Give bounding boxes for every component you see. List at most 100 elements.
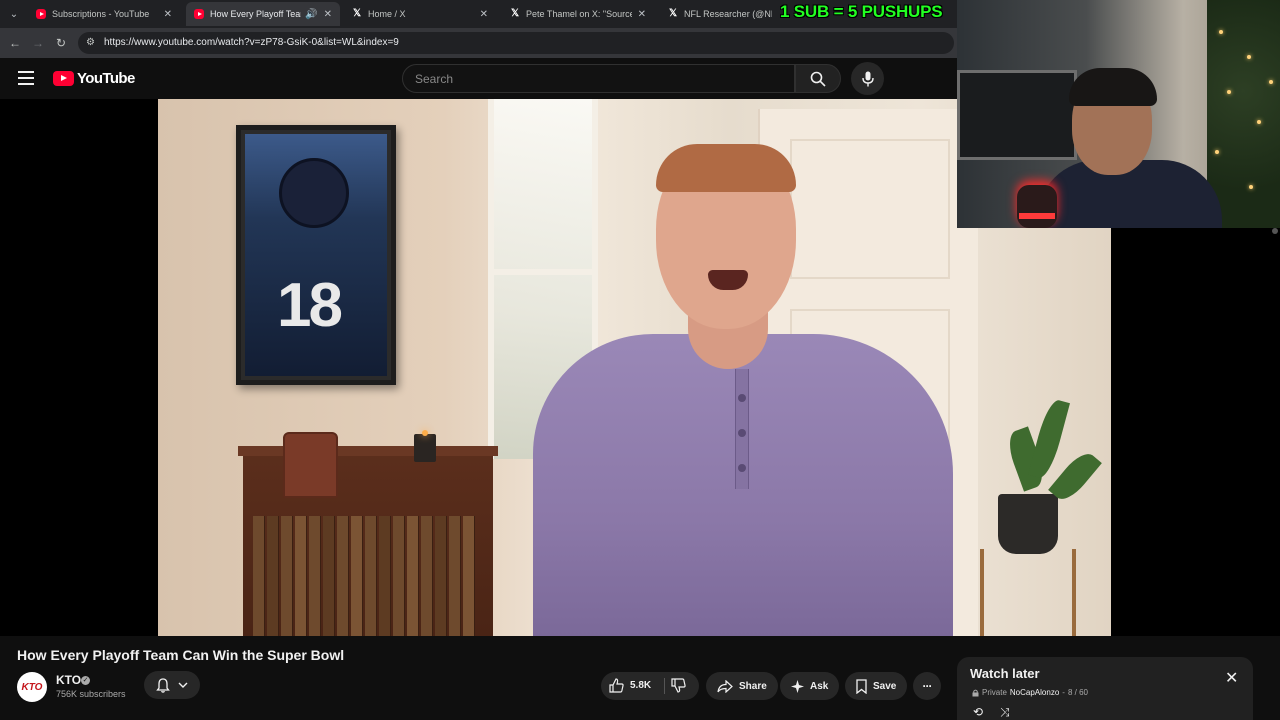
search-icon (810, 71, 826, 87)
close-tab-icon[interactable]: ✕ (164, 9, 172, 20)
video-info: How Every Playoff Team Can Win the Super… (0, 636, 957, 720)
x-favicon-icon: 𝕏 (668, 8, 678, 19)
shuffle-icon[interactable]: ⤨ (1000, 705, 1010, 720)
thumbs-down-icon (671, 678, 686, 693)
like-button[interactable]: 5.8K (609, 678, 651, 693)
book (323, 516, 335, 636)
book (281, 516, 293, 636)
book (421, 516, 433, 636)
book (365, 516, 377, 636)
tab-search-chevron-icon[interactable]: ⌄ (4, 4, 24, 24)
url-text[interactable]: https://www.youtube.com/watch?v=zP78-Gsi… (104, 37, 399, 48)
loop-icon[interactable]: ⟲ (973, 705, 983, 719)
save-button[interactable]: Save (845, 672, 908, 700)
video-title: How Every Playoff Team Can Win the Super… (17, 647, 345, 663)
close-icon[interactable]: ✕ (1225, 671, 1238, 687)
close-tab-icon[interactable]: ✕ (480, 9, 488, 20)
book (337, 516, 349, 636)
bell-icon (156, 677, 170, 693)
like-count: 5.8K (630, 680, 652, 691)
dislike-button[interactable] (671, 678, 686, 698)
lock-icon (972, 689, 979, 696)
youtube-favicon-icon (194, 9, 204, 19)
wooden-cabinet (238, 446, 498, 636)
tab-label: Pete Thamel on X: "Sources: Oh (526, 9, 632, 19)
plant-leaf (1048, 447, 1102, 506)
tab-current-video[interactable]: How Every Playoff Team Ca 🔊 ✕ (186, 2, 340, 26)
tab-home-x[interactable]: 𝕏 Home / X ✕ (344, 2, 496, 26)
tree-light (1257, 120, 1261, 124)
book (351, 516, 363, 636)
browser-toolbar: ← → ↻ ⚙ https://www.youtube.com/watch?v=… (0, 28, 957, 58)
book (407, 516, 419, 636)
playlist-title[interactable]: Watch later (970, 666, 1040, 681)
tab-label: How Every Playoff Team Ca (210, 9, 301, 19)
channel-name[interactable]: KTO (56, 673, 81, 687)
tree-light (1227, 90, 1231, 94)
x-favicon-icon: 𝕏 (510, 8, 520, 19)
reload-icon[interactable]: ↻ (52, 34, 70, 52)
tree-light (1249, 185, 1253, 189)
close-tab-icon[interactable]: ✕ (324, 9, 332, 20)
youtube-wordmark: YouTube (77, 70, 135, 87)
scrollbar-thumb[interactable] (1272, 228, 1278, 234)
football-poster: 18 (236, 125, 396, 385)
site-info-icon[interactable]: ⚙ (86, 37, 95, 48)
cabinet-top (238, 446, 498, 456)
notification-bell-button[interactable] (144, 671, 200, 699)
webcam-window (957, 70, 1077, 160)
streamer-webcam (957, 0, 1280, 228)
book (309, 516, 321, 636)
book (393, 516, 405, 636)
forward-arrow-icon[interactable]: → (29, 34, 47, 52)
playlist-position: 8 / 60 (1067, 688, 1088, 697)
book (379, 516, 391, 636)
subscriber-count: 756K subscribers (56, 689, 126, 699)
ask-button[interactable]: Ask (780, 672, 840, 700)
book (267, 516, 279, 636)
playlist-separator: - (1062, 688, 1065, 697)
sparkle-icon (791, 679, 804, 693)
streamer-mic (1017, 185, 1057, 228)
back-arrow-icon[interactable]: ← (6, 34, 24, 52)
playlist-privacy: Private (982, 688, 1007, 697)
shirt-button (738, 394, 746, 402)
thumbs-up-icon (609, 678, 624, 693)
like-divider (664, 678, 665, 694)
voice-search-button[interactable] (851, 62, 884, 95)
youtube-favicon-icon (36, 9, 46, 19)
tab-subscriptions[interactable]: Subscriptions - YouTube ✕ (28, 2, 180, 26)
channel-avatar[interactable]: KTO (17, 672, 47, 702)
more-actions-icon[interactable]: ··· (913, 672, 941, 700)
playlist-owner[interactable]: NoCapAlonzo (1010, 688, 1059, 697)
tree-light (1247, 55, 1251, 59)
address-bar[interactable]: ⚙ https://www.youtube.com/watch?v=zP78-G… (78, 32, 954, 54)
playlist-panel: Watch later Private NoCapAlonzo - 8 / 60… (957, 657, 1253, 720)
share-arrow-icon (717, 679, 733, 693)
streamer-hair (1069, 68, 1157, 106)
microphone-icon (861, 71, 874, 86)
share-label: Share (739, 680, 767, 692)
tree-light (1269, 80, 1273, 84)
x-favicon-icon: 𝕏 (352, 8, 362, 19)
close-tab-icon[interactable]: ✕ (638, 9, 646, 20)
bookmark-icon (856, 678, 867, 694)
book (449, 516, 461, 636)
vintage-radio (283, 432, 338, 498)
book (295, 516, 307, 636)
search-input[interactable]: Search (402, 64, 795, 93)
youtube-logo[interactable]: YouTube (53, 70, 135, 87)
tree-light (1219, 30, 1223, 34)
plant-stand (980, 549, 1076, 636)
speaker-icon[interactable]: 🔊 (305, 9, 317, 20)
like-dislike-group: 5.8K (601, 672, 699, 700)
tab-label: Subscriptions - YouTube (52, 9, 150, 19)
tab-nfl-researcher[interactable]: 𝕏 NFL Researcher (@NFL_Rese (660, 2, 780, 26)
tab-pete-thamel[interactable]: 𝕏 Pete Thamel on X: "Sources: Oh ✕ (502, 2, 654, 26)
menu-icon[interactable] (18, 71, 34, 85)
share-button[interactable]: Share (706, 672, 778, 700)
plant-leaf (1028, 397, 1070, 481)
book (253, 516, 265, 636)
helmet-shape (279, 158, 349, 228)
search-button[interactable] (795, 64, 841, 93)
